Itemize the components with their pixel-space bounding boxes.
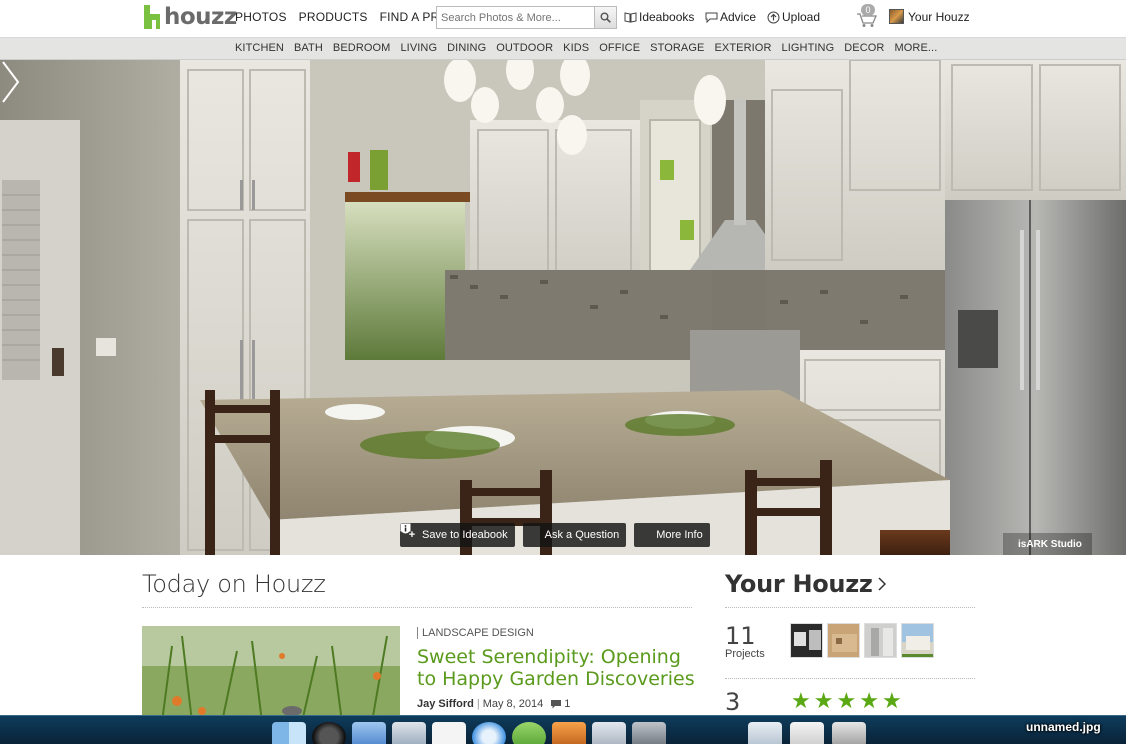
logo-text: houzz bbox=[164, 4, 237, 30]
os-dock bbox=[0, 715, 1126, 744]
your-houzz-label: Your Houzz bbox=[908, 9, 970, 24]
kitchen-photo bbox=[0, 60, 1126, 555]
photo-credit[interactable]: isARK Studio bbox=[1003, 533, 1092, 555]
finder-icon[interactable] bbox=[272, 722, 306, 744]
your-houzz-heading[interactable]: Your Houzz bbox=[725, 570, 886, 598]
rating-stars: ★ ★ ★ ★ ★ bbox=[791, 690, 902, 712]
star-icon: ★ bbox=[791, 688, 811, 713]
ideabooks-label: Ideabooks bbox=[639, 10, 695, 24]
chevron-right-icon bbox=[878, 577, 886, 591]
screenshot-filename: unnamed.jpg bbox=[1026, 720, 1101, 734]
comment-icon bbox=[551, 699, 562, 708]
garden-photo bbox=[142, 626, 400, 722]
search-button[interactable] bbox=[594, 6, 617, 29]
story-title[interactable]: Sweet Serendipity: Opening to Happy Gard… bbox=[417, 646, 697, 690]
reviews-count[interactable]: 3 bbox=[725, 688, 740, 716]
mail-icon[interactable] bbox=[352, 722, 386, 744]
speech-bubble-icon bbox=[705, 12, 718, 23]
category-more[interactable]: MORE... bbox=[894, 42, 937, 54]
nav-photos[interactable]: PHOTOS bbox=[235, 10, 287, 24]
search-input[interactable] bbox=[436, 6, 594, 29]
save-to-ideabook-label: Save to Ideabook bbox=[422, 529, 508, 541]
dashboard-icon[interactable] bbox=[312, 722, 346, 744]
more-info-button[interactable]: More Info bbox=[400, 523, 710, 547]
divider bbox=[142, 607, 692, 608]
category-outdoor[interactable]: OUTDOOR bbox=[496, 42, 553, 54]
project-thumbnail[interactable] bbox=[827, 623, 860, 658]
star-icon: ★ bbox=[881, 688, 902, 713]
trash-icon[interactable] bbox=[832, 722, 866, 744]
system-preferences-icon[interactable] bbox=[632, 722, 666, 744]
houzz-logo-icon bbox=[144, 5, 160, 29]
category-bath[interactable]: BATH bbox=[294, 42, 323, 54]
advice-link[interactable]: Advice bbox=[705, 10, 756, 24]
cart-count-badge: 0 bbox=[861, 4, 875, 16]
ask-a-question-button[interactable]: ? Ask a Question bbox=[400, 523, 627, 547]
category-kitchen[interactable]: KITCHEN bbox=[235, 42, 284, 54]
upload-label: Upload bbox=[782, 10, 821, 24]
downloads-stack-icon[interactable] bbox=[790, 722, 824, 744]
today-heading: Today on Houzz bbox=[142, 570, 326, 598]
pdf-reader-icon[interactable] bbox=[432, 722, 466, 744]
question-icon: ? bbox=[400, 523, 541, 541]
project-thumbnail[interactable] bbox=[864, 623, 897, 658]
your-houzz-heading-label: Your Houzz bbox=[725, 570, 873, 598]
category-living[interactable]: LIVING bbox=[400, 42, 437, 54]
star-icon: ★ bbox=[836, 688, 857, 713]
category-kids[interactable]: KIDS bbox=[563, 42, 589, 54]
category-storage[interactable]: STORAGE bbox=[650, 42, 704, 54]
divider bbox=[725, 678, 975, 679]
nav-products[interactable]: PRODUCTS bbox=[299, 10, 368, 24]
cart-button[interactable]: 0 bbox=[856, 4, 878, 28]
category-bar: KITCHEN BATH BEDROOM LIVING DINING OUTDO… bbox=[0, 38, 1126, 60]
star-icon: ★ bbox=[813, 688, 834, 713]
your-houzz-menu[interactable]: Your Houzz bbox=[889, 9, 970, 24]
advice-label: Advice bbox=[720, 10, 757, 24]
category-decor[interactable]: DECOR bbox=[844, 42, 884, 54]
category-lighting[interactable]: LIGHTING bbox=[782, 42, 835, 54]
hero-actions: + Save to Ideabook ? Ask a Question More… bbox=[400, 523, 710, 547]
next-arrow-icon[interactable] bbox=[0, 60, 20, 104]
save-to-ideabook-button[interactable]: + Save to Ideabook bbox=[400, 523, 515, 547]
category-exterior[interactable]: EXTERIOR bbox=[714, 42, 771, 54]
houzz-logo[interactable]: houzz bbox=[144, 3, 237, 31]
project-thumbnail[interactable] bbox=[790, 623, 823, 658]
more-info-label: More Info bbox=[656, 529, 703, 541]
hero-photo[interactable]: + Save to Ideabook ? Ask a Question More… bbox=[0, 60, 1126, 555]
top-navigation-bar: houzz PHOTOS PRODUCTS FIND A PRO Ideaboo… bbox=[0, 0, 1126, 38]
project-thumbnails bbox=[790, 623, 934, 658]
divider bbox=[725, 607, 975, 608]
upload-icon bbox=[767, 11, 780, 23]
avatar bbox=[889, 9, 904, 24]
projects-count[interactable]: 11 bbox=[725, 622, 756, 650]
story-comment-count[interactable]: 1 bbox=[564, 698, 570, 710]
photos-icon[interactable] bbox=[392, 722, 426, 744]
safari-icon[interactable] bbox=[472, 722, 506, 744]
messages-icon[interactable] bbox=[512, 722, 546, 744]
preview-icon[interactable] bbox=[592, 722, 626, 744]
star-icon: ★ bbox=[859, 688, 879, 713]
category-office[interactable]: OFFICE bbox=[599, 42, 640, 54]
ask-a-question-label: Ask a Question bbox=[544, 529, 620, 541]
projects-label: Projects bbox=[725, 648, 765, 660]
upload-link[interactable]: Upload bbox=[767, 10, 820, 24]
book-icon bbox=[624, 11, 637, 23]
project-thumbnail[interactable] bbox=[901, 623, 934, 658]
search-box bbox=[436, 6, 617, 30]
search-icon bbox=[600, 12, 611, 23]
story-meta: Jay Sifford | May 8, 2014 1 bbox=[417, 698, 570, 710]
documents-stack-icon[interactable] bbox=[748, 722, 782, 744]
info-icon bbox=[400, 523, 652, 541]
category-dining[interactable]: DINING bbox=[447, 42, 486, 54]
meta-separator: | bbox=[476, 698, 480, 710]
category-bedroom[interactable]: BEDROOM bbox=[333, 42, 391, 54]
story-thumbnail[interactable] bbox=[142, 626, 400, 722]
main-nav: PHOTOS PRODUCTS FIND A PRO bbox=[235, 10, 449, 24]
story-author[interactable]: Jay Sifford bbox=[417, 698, 474, 710]
story-date: May 8, 2014 bbox=[482, 698, 544, 710]
story-category[interactable]: LANDSCAPE DESIGN bbox=[417, 627, 534, 639]
photo-booth-icon[interactable] bbox=[552, 722, 586, 744]
ideabooks-link[interactable]: Ideabooks bbox=[624, 10, 694, 24]
